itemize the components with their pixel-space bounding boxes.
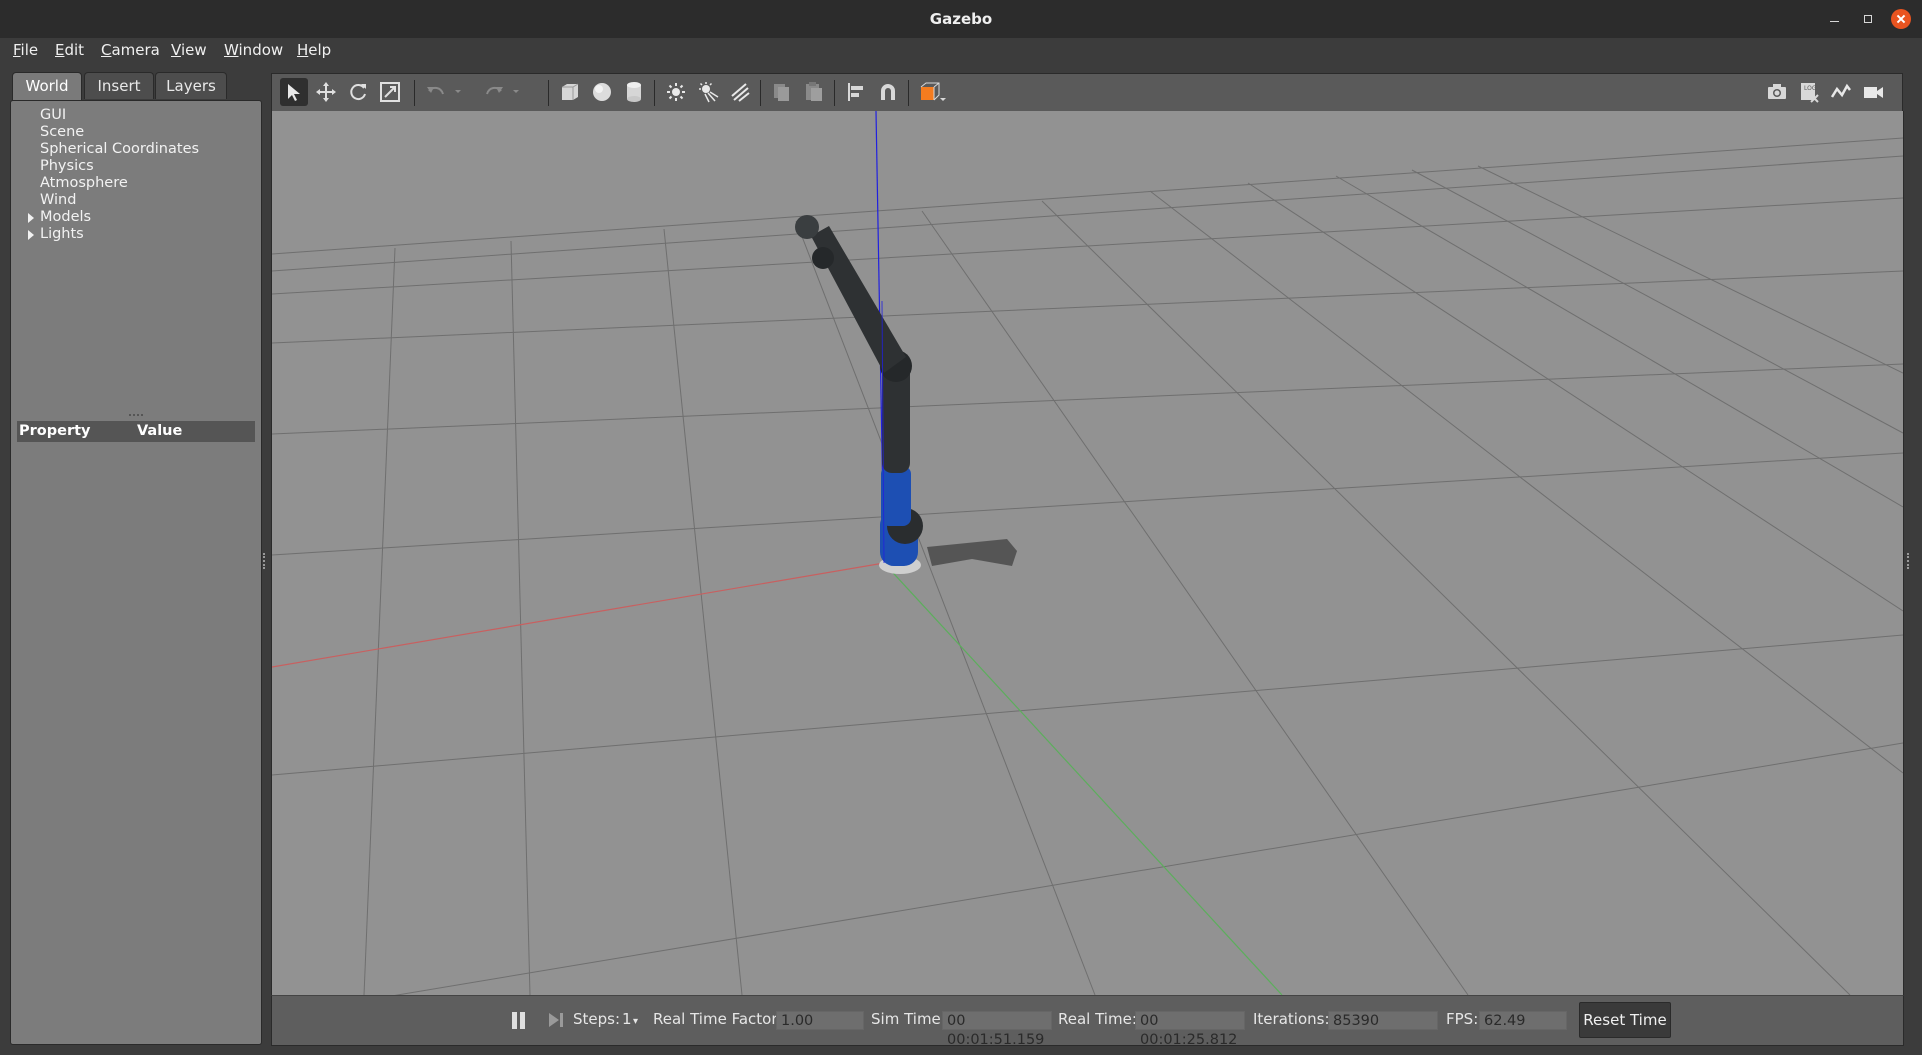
tab-world[interactable]: World [12, 72, 82, 102]
close-icon[interactable] [1891, 9, 1911, 29]
minimize-icon[interactable] [1825, 9, 1845, 29]
point-light-icon[interactable] [662, 78, 690, 106]
world-panel: GUI Scene Spherical Coordinates Physics … [10, 100, 262, 1045]
rtf-label: Real Time Factor: [653, 1010, 783, 1028]
toolbar-separator [548, 80, 549, 106]
menu-help[interactable]: Help [297, 41, 331, 59]
cylinder-shape-icon[interactable] [620, 78, 648, 106]
real-time-field: 00 00:01:25.812 [1135, 1011, 1245, 1048]
value-column-header: Value [137, 423, 183, 439]
ground-grid [272, 137, 1903, 995]
undo-history-chevron-down-icon[interactable] [450, 78, 464, 106]
tree-item-label: Wind [40, 192, 77, 208]
align-icon[interactable] [842, 78, 870, 106]
tree-item-wind[interactable]: Wind [40, 192, 76, 208]
fps-label: FPS: [1446, 1010, 1479, 1028]
paste-icon[interactable] [800, 78, 828, 106]
tree-item-spherical-coordinates[interactable]: Spherical Coordinates [40, 141, 199, 157]
tree-item-atmosphere[interactable]: Atmosphere [40, 175, 128, 191]
panel-splitter-handle[interactable] [129, 414, 143, 418]
toolbar-separator [834, 80, 835, 106]
tree-item-label: Models [40, 209, 92, 225]
expand-arrow-icon[interactable] [28, 213, 34, 223]
property-column-header: Property [19, 423, 91, 439]
pause-icon[interactable] [510, 1011, 528, 1030]
tree-item-scene[interactable]: Scene [40, 124, 84, 140]
y-axis-line [883, 562, 1283, 995]
menu-camera[interactable]: Camera [101, 41, 160, 59]
iterations-label: Iterations: [1253, 1010, 1330, 1028]
robot-shoulder-link [881, 466, 911, 526]
sim-time-field: 00 00:01:51.159 [942, 1011, 1052, 1048]
snap-magnet-icon[interactable] [874, 78, 902, 106]
robot-shadow [927, 539, 1017, 566]
maximize-icon[interactable] [1858, 9, 1878, 29]
tree-item-label: Scene [40, 124, 85, 140]
sphere-shape-icon[interactable] [588, 78, 616, 106]
menu-file[interactable]: File [13, 41, 38, 59]
menu-bar: File Edit Camera View Window Help [0, 38, 1922, 64]
tab-layers[interactable]: Layers [155, 72, 227, 99]
redo-history-chevron-down-icon[interactable] [508, 78, 522, 106]
steps-value[interactable]: 1 [622, 1010, 632, 1028]
view-angle-cube-icon[interactable] [916, 78, 946, 106]
scene-render [272, 111, 1903, 995]
steps-chevron-down-icon[interactable]: ▾ [633, 1016, 638, 1027]
tree-item-label: Atmosphere [40, 175, 128, 191]
scene-toolbar: LOG [271, 73, 1903, 112]
tree-item-label: GUI [40, 107, 67, 123]
robot-end-effector [795, 215, 819, 239]
reset-time-button[interactable]: Reset Time [1579, 1002, 1671, 1038]
tree-item-lights[interactable]: Lights [28, 226, 84, 242]
time-panel: Steps: 1 ▾ Real Time Factor: 1.00 Sim Ti… [271, 995, 1904, 1048]
rotate-mode-icon[interactable] [344, 78, 372, 106]
tree-item-models[interactable]: Models [28, 209, 92, 225]
tree-item-label: Physics [40, 158, 94, 174]
iterations-field: 85390 [1328, 1011, 1438, 1030]
svg-text:LOG: LOG [1804, 85, 1817, 92]
video-record-icon[interactable] [1859, 78, 1887, 106]
select-mode-icon[interactable] [280, 78, 308, 106]
redo-icon[interactable] [480, 78, 508, 106]
title-bar: Gazebo [0, 0, 1922, 39]
menu-view[interactable]: View [171, 41, 207, 59]
toolbar-separator [654, 80, 655, 106]
left-panel-resize-handle[interactable] [263, 553, 268, 569]
box-shape-icon[interactable] [556, 78, 584, 106]
property-table-header: Property Value [17, 421, 255, 442]
toolbar-separator [908, 80, 909, 106]
copy-icon[interactable] [768, 78, 796, 106]
menu-window[interactable]: Window [224, 41, 283, 59]
screenshot-camera-icon[interactable] [1763, 78, 1791, 106]
fps-field: 62.49 [1479, 1011, 1567, 1030]
translate-mode-icon[interactable] [312, 78, 340, 106]
step-icon[interactable] [547, 1011, 565, 1030]
real-time-label: Real Time: [1058, 1010, 1137, 1028]
directional-light-icon[interactable] [726, 78, 754, 106]
toolbar-separator [760, 80, 761, 106]
undo-icon[interactable] [422, 78, 450, 106]
menu-edit[interactable]: Edit [55, 41, 84, 59]
scene-viewport[interactable] [271, 111, 1904, 995]
window-title: Gazebo [929, 10, 993, 28]
expand-arrow-icon[interactable] [28, 230, 34, 240]
log-record-icon[interactable]: LOG [1795, 78, 1823, 106]
sim-time-label: Sim Time: [871, 1010, 946, 1028]
tree-item-physics[interactable]: Physics [40, 158, 94, 174]
right-panel-resize-handle[interactable] [1907, 553, 1912, 569]
tree-item-label: Lights [40, 226, 84, 242]
toolbar-separator [414, 80, 415, 106]
rtf-field: 1.00 [776, 1011, 864, 1030]
tab-insert[interactable]: Insert [84, 72, 154, 99]
tree-item-gui[interactable]: GUI [40, 107, 66, 123]
tree-item-label: Spherical Coordinates [40, 141, 200, 157]
steps-label: Steps: [573, 1010, 621, 1028]
plot-icon[interactable] [1827, 78, 1855, 106]
x-axis-line [272, 562, 885, 668]
scale-mode-icon[interactable] [376, 78, 404, 106]
robot-wrist-joint [812, 247, 834, 269]
spot-light-icon[interactable] [694, 78, 722, 106]
